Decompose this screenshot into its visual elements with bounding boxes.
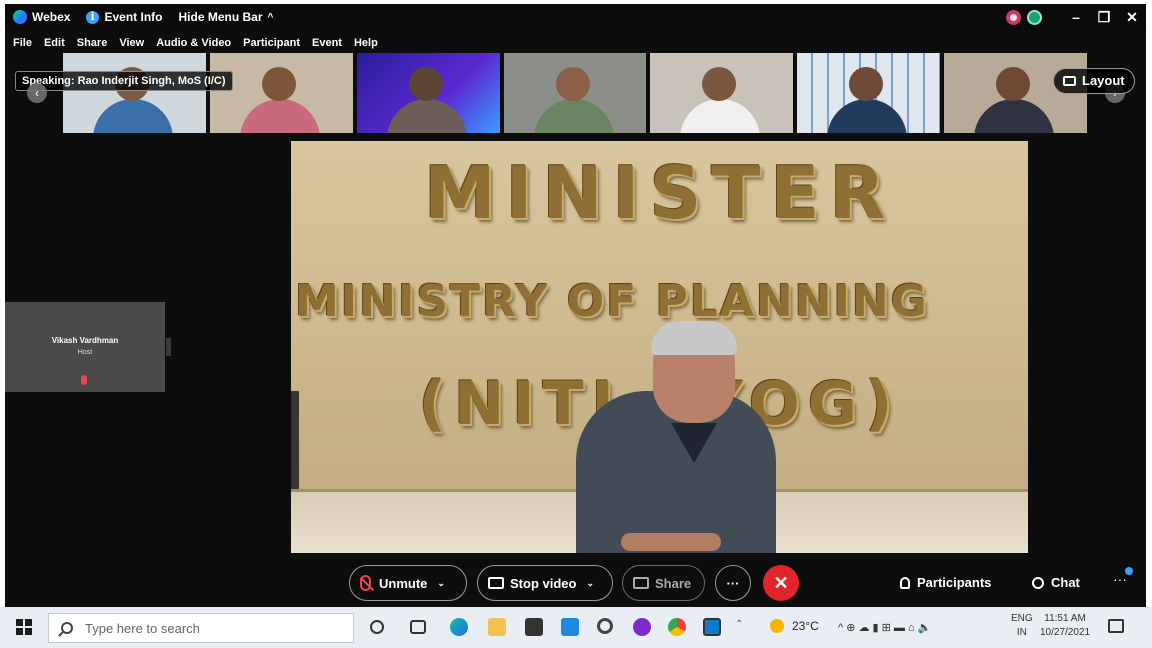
participants-label: Participants	[917, 575, 992, 590]
muted-mic-icon	[81, 375, 87, 385]
chevron-up-icon: ^	[267, 11, 274, 23]
mail-icon[interactable]	[561, 618, 579, 636]
main-speaker-video: MINISTER MINISTRY OF PLANNING (NITI AYOG…	[291, 141, 1028, 553]
taskbar-search-input[interactable]: Type here to search	[48, 613, 354, 643]
unmute-label: Unmute	[379, 575, 428, 591]
menu-share[interactable]: Share	[77, 37, 108, 49]
wall-sign-line-1: MINISTER	[423, 151, 896, 235]
layout-icon	[1063, 76, 1076, 86]
menu-audio-video[interactable]: Audio & Video	[156, 37, 231, 49]
app-name: Webex	[32, 10, 71, 24]
task-view-icon[interactable]	[410, 620, 426, 634]
system-tray-icons[interactable]: ^ ⊕ ☁ ▮ ⊞ ▬ ⌂ 🔈	[838, 621, 931, 634]
share-screen-icon	[633, 577, 649, 589]
clock-time: 11:51 AM	[1044, 613, 1086, 624]
close-window-button[interactable]: ✕	[1118, 9, 1146, 26]
more-options-button[interactable]: ···	[715, 565, 751, 601]
recording-status-icon[interactable]	[1006, 9, 1021, 25]
participant-thumbnail[interactable]	[356, 53, 500, 133]
title-bar: Webex Event Info Hide Menu Bar ^ – ❐ ✕	[5, 4, 1146, 30]
chat-bubble-icon	[1032, 576, 1044, 589]
person-icon	[900, 576, 910, 589]
cortana-icon[interactable]	[370, 620, 384, 634]
participant-thumbnail[interactable]	[797, 53, 941, 133]
participant-thumbnail[interactable]	[650, 53, 794, 133]
language-code: ENG	[1011, 613, 1033, 624]
webex-window: Webex Event Info Hide Menu Bar ^ – ❐ ✕ F…	[5, 4, 1146, 607]
chat-button[interactable]: Chat	[1032, 575, 1080, 590]
end-call-button[interactable]: ✕	[763, 565, 799, 601]
event-info-label: Event Info	[104, 10, 163, 24]
unmute-button[interactable]: Unmute ⌄	[349, 565, 467, 601]
share-label: Share	[655, 575, 692, 591]
host-role: Host	[77, 349, 93, 356]
notification-dot-icon	[1125, 567, 1133, 575]
participant-thumbnail[interactable]	[503, 53, 647, 133]
chevron-down-icon[interactable]: ⌄	[437, 578, 445, 589]
window-controls: – ❐ ✕	[1006, 4, 1146, 30]
chevron-down-icon[interactable]: ⌄	[586, 578, 594, 589]
info-icon	[86, 10, 100, 24]
store-icon[interactable]	[525, 618, 543, 636]
menu-view[interactable]: View	[119, 37, 144, 49]
app-title: Webex	[13, 10, 70, 24]
event-info-button[interactable]: Event Info	[86, 10, 162, 24]
active-speaker-label: Speaking: Rao Inderjit Singh, MoS (I/C)	[15, 71, 233, 91]
chat-label: Chat	[1051, 575, 1080, 590]
settings-gear-icon[interactable]	[597, 618, 613, 634]
windows-taskbar: Type here to search ⌃ 23°C ^ ⊕ ☁ ▮ ⊞ ▬ ⌂…	[0, 607, 1152, 648]
participants-button[interactable]: Participants	[900, 575, 991, 590]
meeting-controls: Unmute ⌄ Stop video ⌄ Share ··· ✕ Partic…	[5, 561, 1146, 607]
temperature: 23°C	[792, 619, 819, 633]
layout-button[interactable]: Layout	[1053, 68, 1135, 94]
edge-browser-icon[interactable]	[450, 618, 468, 636]
menu-edit[interactable]: Edit	[44, 37, 65, 49]
search-placeholder: Type here to search	[85, 620, 200, 636]
network-status-icon[interactable]	[1027, 9, 1042, 25]
speaker-hands	[621, 533, 721, 551]
minimize-button[interactable]: –	[1062, 9, 1090, 25]
chrome-browser-icon[interactable]	[668, 618, 686, 636]
host-tile-handle[interactable]	[166, 338, 171, 356]
speaker-hair	[651, 321, 737, 355]
hide-menu-label: Hide Menu Bar	[178, 10, 263, 24]
menu-file[interactable]: File	[13, 37, 32, 49]
wall-sign-line-2: MINISTRY OF PLANNING	[295, 276, 929, 327]
menu-event[interactable]: Event	[312, 37, 342, 49]
weather-widget[interactable]: 23°C	[770, 619, 819, 633]
host-name: Vikash Vardhman	[51, 336, 119, 345]
file-explorer-icon[interactable]	[488, 618, 506, 636]
search-icon	[61, 622, 73, 634]
participant-thumbnail-strip	[63, 53, 1091, 133]
webex-taskbar-icon[interactable]	[703, 618, 721, 636]
webex-logo-icon	[13, 10, 27, 24]
taskbar-clock[interactable]: 11:51 AM 10/27/2021	[1040, 612, 1090, 640]
stop-video-label: Stop video	[510, 575, 577, 591]
language-indicator[interactable]: ENG IN	[1011, 612, 1033, 640]
windows-start-icon[interactable]	[16, 619, 32, 635]
restore-button[interactable]: ❐	[1090, 9, 1118, 26]
layout-label: Layout	[1082, 73, 1125, 88]
thumbnails-prev-button[interactable]: ‹	[27, 83, 47, 103]
host-video-tile[interactable]: Vikash Vardhman Host	[5, 302, 165, 392]
clock-date: 10/27/2021	[1040, 627, 1091, 638]
camera-icon	[488, 577, 504, 589]
participant-thumbnail[interactable]	[209, 53, 353, 133]
region-code: IN	[1016, 627, 1027, 638]
stop-video-button[interactable]: Stop video ⌄	[477, 565, 613, 601]
sun-icon	[770, 619, 784, 633]
notifications-icon[interactable]	[1108, 619, 1124, 633]
menu-bar: File Edit Share View Audio & Video Parti…	[5, 33, 1146, 53]
participant-thumbnail[interactable]	[63, 53, 206, 133]
mic-muted-icon	[360, 575, 371, 591]
share-button[interactable]: Share	[622, 565, 705, 601]
chevron-icon[interactable]: ⌃	[735, 619, 743, 637]
menu-participant[interactable]: Participant	[243, 37, 300, 49]
hide-menu-bar-button[interactable]: Hide Menu Bar ^	[178, 10, 273, 24]
media-app-icon[interactable]	[633, 618, 651, 636]
menu-help[interactable]: Help	[354, 37, 378, 49]
